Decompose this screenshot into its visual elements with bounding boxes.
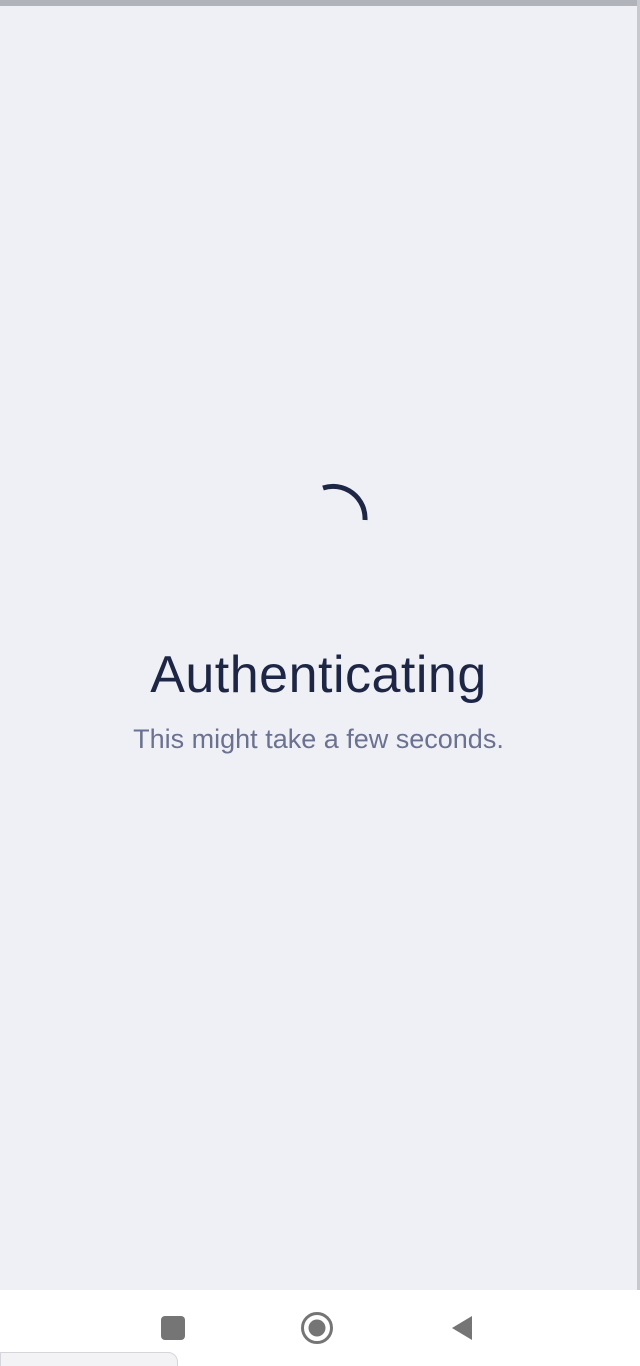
bottom-sheet-peek xyxy=(0,1352,178,1366)
recents-button[interactable] xyxy=(145,1304,201,1352)
home-button[interactable] xyxy=(289,1304,345,1352)
authenticating-screen: Authenticating This might take a few sec… xyxy=(0,6,637,1290)
back-triangle-icon xyxy=(452,1316,472,1340)
square-icon xyxy=(161,1316,185,1340)
loading-spinner-icon xyxy=(322,483,368,521)
page-title: Authenticating xyxy=(150,646,487,704)
back-button[interactable] xyxy=(434,1304,490,1352)
loading-message: This might take a few seconds. xyxy=(133,724,504,754)
app-screen: Authenticating This might take a few sec… xyxy=(0,0,640,1366)
circle-home-icon xyxy=(301,1312,333,1344)
